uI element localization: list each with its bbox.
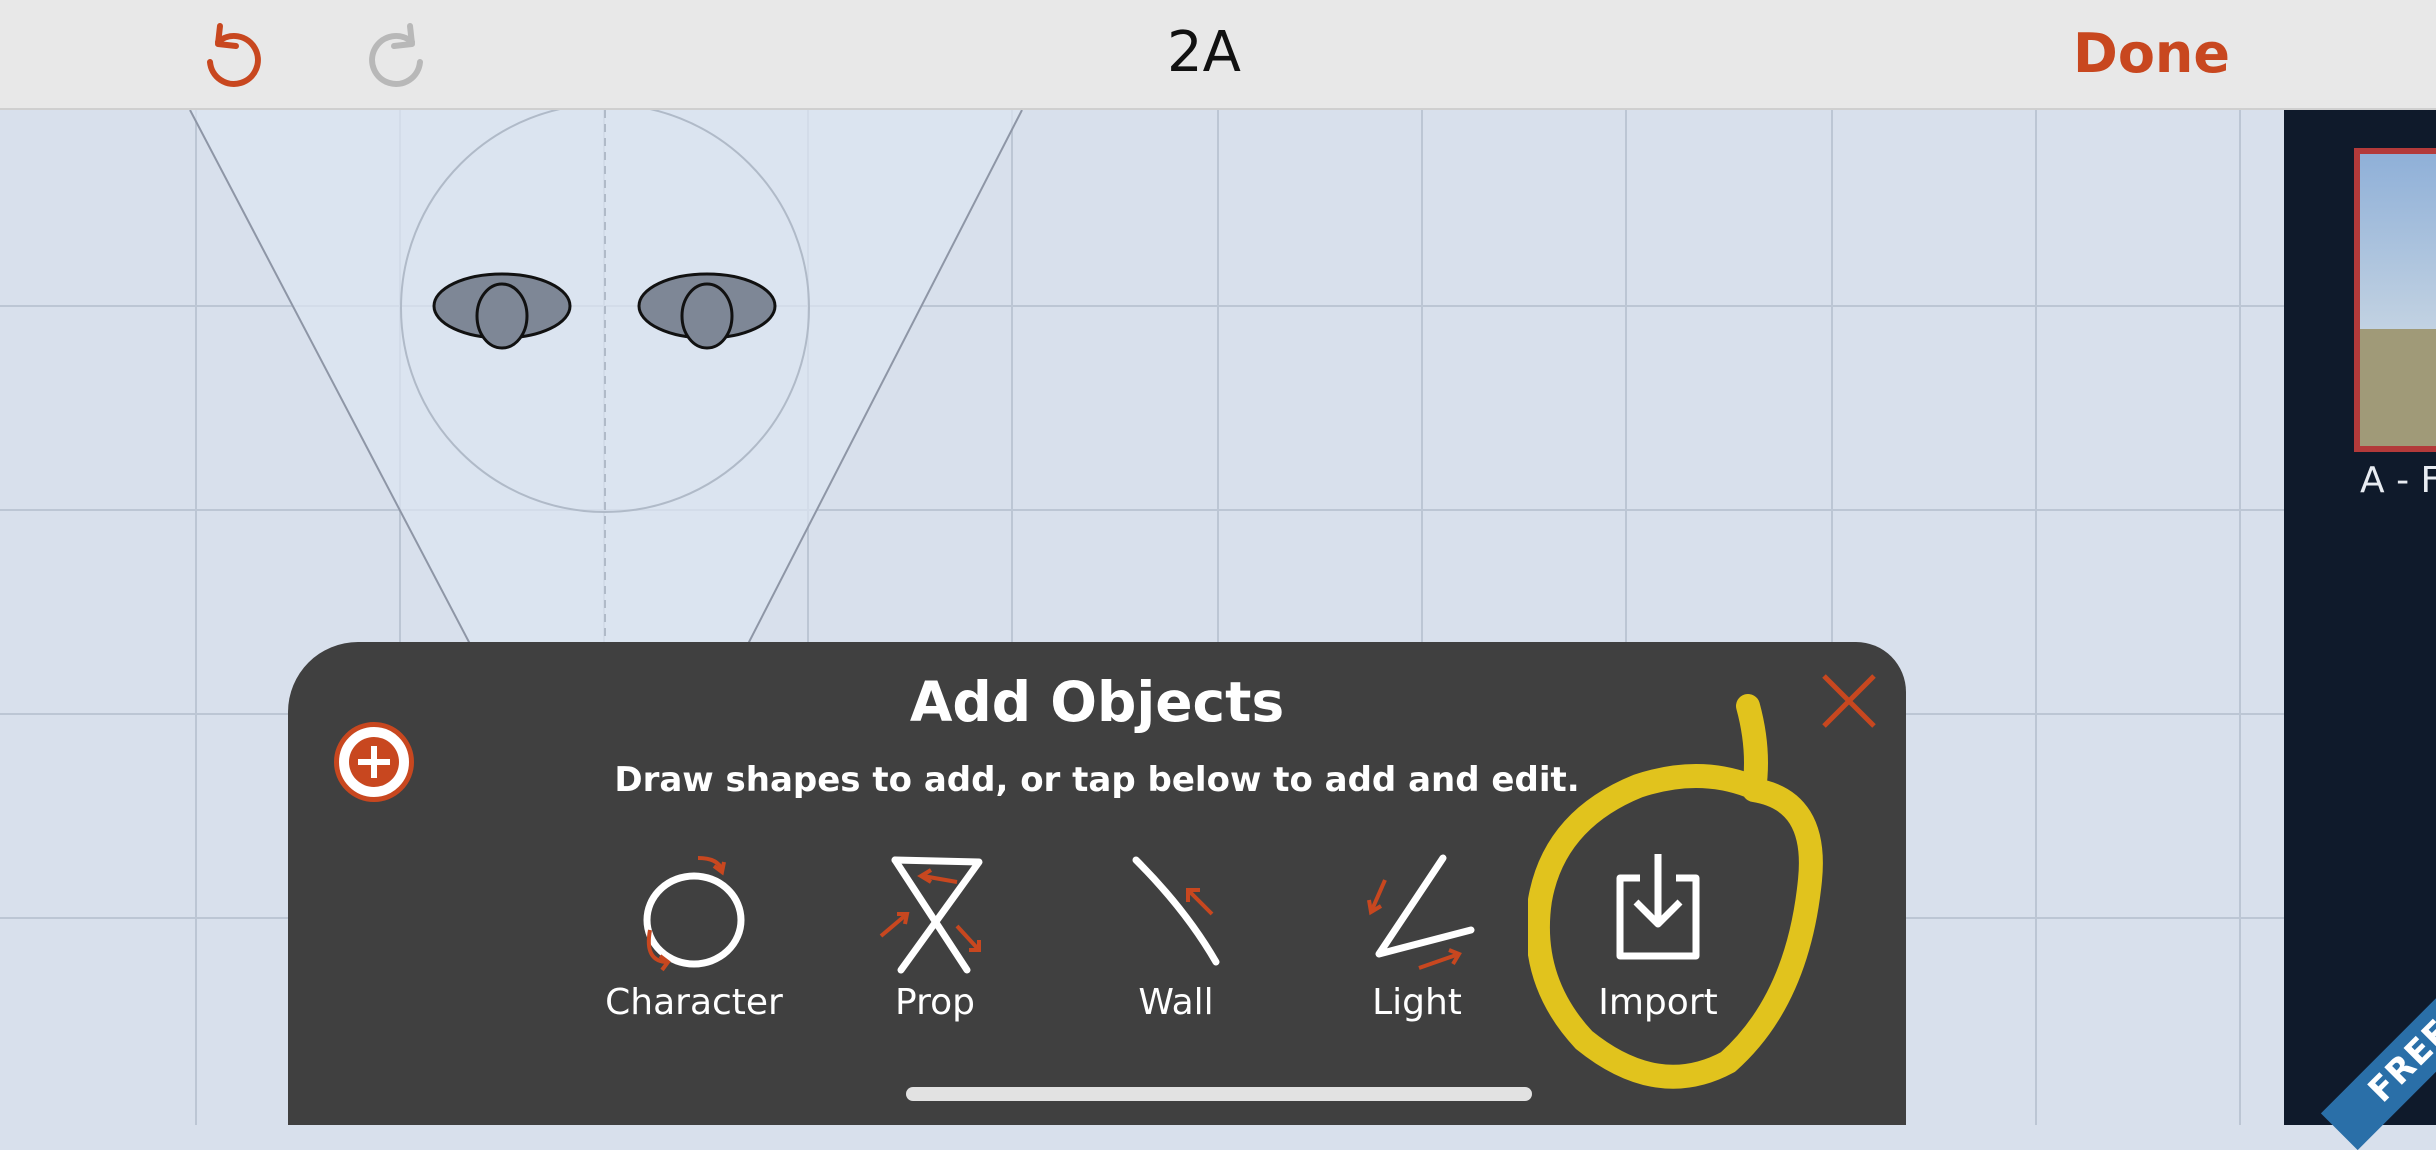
tool-character-label: Character — [605, 982, 783, 1023]
thumbnail-sky — [2360, 154, 2436, 330]
shot-thumbnail-label: A - F — [2360, 460, 2436, 501]
prop-icon — [879, 856, 983, 974]
character-icon — [643, 856, 745, 972]
thumbnail-ground — [2360, 329, 2436, 446]
home-indicator — [906, 1087, 1532, 1101]
scene-title: 2A — [1167, 20, 1241, 85]
tool-wall[interactable]: Wall — [1066, 850, 1286, 1030]
light-icon — [1367, 854, 1475, 970]
tool-prop[interactable]: Prop — [825, 850, 1045, 1030]
tool-character[interactable]: Character — [584, 850, 804, 1030]
top-toolbar: 2A Done — [0, 0, 2436, 110]
wall-icon — [1132, 856, 1220, 966]
done-button[interactable]: Done — [2073, 22, 2230, 85]
tool-prop-label: Prop — [895, 982, 975, 1023]
tool-light-label: Light — [1372, 982, 1462, 1023]
tool-wall-label: Wall — [1138, 982, 1214, 1023]
tool-light[interactable]: Light — [1307, 850, 1527, 1030]
highlight-annotation — [1528, 694, 1823, 1089]
shot-thumbnail[interactable] — [2354, 148, 2436, 452]
